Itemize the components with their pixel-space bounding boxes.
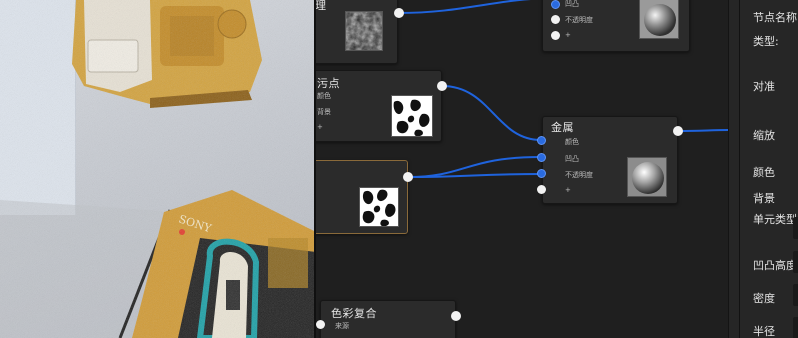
port-label: 凹凸: [565, 0, 579, 8]
port-label: 颜色: [317, 92, 331, 100]
top-cassette-player: [72, 0, 262, 108]
input-port-bump[interactable]: [537, 153, 546, 162]
wire-mask-to-metal-opacity: [407, 173, 542, 178]
node-metal[interactable]: 金属 颜色 凹凸 不透明度 +: [542, 116, 678, 204]
port-label: 背景: [317, 108, 331, 116]
prop-label-cell-type: 单元类型: [753, 213, 797, 226]
density-field[interactable]: [793, 284, 798, 306]
port-label: +: [565, 186, 571, 194]
prop-label-align: 对准: [753, 80, 775, 93]
bump-height-field[interactable]: [793, 251, 798, 273]
prop-label-scale: 缩放: [753, 129, 775, 142]
input-port-color[interactable]: [537, 136, 546, 145]
radius-field[interactable]: [793, 317, 798, 338]
metal-sphere-icon: [627, 157, 667, 197]
output-port[interactable]: [394, 8, 404, 18]
node-title: 污点: [317, 77, 340, 90]
port-label: 不透明度: [565, 16, 593, 24]
wire-mask-to-metal-bump: [407, 156, 542, 178]
prop-label-radius: 半径: [753, 325, 775, 338]
properties-panel: 节点名称: 类型: 对准 缩放 颜色 背景 单元类型 凹凸高度 密度 半径: [728, 0, 798, 338]
node-stain[interactable]: 污点 颜色 背景 +: [316, 70, 442, 142]
input-port-source[interactable]: [316, 320, 325, 329]
port-label: +: [565, 31, 571, 39]
prop-label-background: 背景: [753, 192, 775, 205]
stain-mask-icon: [359, 187, 399, 227]
panel-divider: [739, 0, 740, 338]
port-label: 来源: [335, 322, 349, 330]
input-port-opacity[interactable]: [551, 15, 560, 24]
output-port[interactable]: [673, 126, 683, 136]
node-material-top[interactable]: 凹凸 不透明度 +: [542, 0, 690, 52]
port-label: 颜色: [565, 138, 579, 146]
node-color-composite[interactable]: 色彩复合 来源: [320, 300, 456, 338]
stain-mask-icon: [391, 95, 433, 137]
render-viewport[interactable]: SONY: [0, 0, 316, 338]
cassette-render-image: SONY: [0, 0, 316, 338]
node-name-label: 节点名称:: [753, 11, 798, 24]
output-port[interactable]: [451, 311, 461, 321]
wire-top-to-top-right: [397, 0, 531, 14]
port-label: 凹凸: [565, 155, 579, 163]
noise-texture-icon: [345, 11, 383, 51]
node-texture-top[interactable]: 理: [316, 0, 398, 64]
cell-type-dropdown[interactable]: [793, 217, 798, 239]
input-port-opacity[interactable]: [537, 169, 546, 178]
output-port[interactable]: [437, 81, 447, 91]
wire-stain-to-metal-color: [441, 85, 542, 141]
node-title: 色彩复合: [331, 307, 377, 320]
node-title: 金属: [551, 121, 574, 134]
input-port-bump[interactable]: [551, 0, 560, 9]
type-label: 类型:: [753, 35, 779, 48]
prop-label-density: 密度: [753, 292, 775, 305]
input-port-add[interactable]: [537, 185, 546, 194]
input-port-add[interactable]: [551, 31, 560, 40]
output-port[interactable]: [403, 172, 413, 182]
prop-label-color: 颜色: [753, 166, 775, 179]
port-label: 不透明度: [565, 171, 593, 179]
node-mask-selected[interactable]: [316, 160, 408, 234]
metal-sphere-icon: [639, 0, 679, 39]
wire-metal-out: [677, 129, 728, 132]
node-graph-canvas[interactable]: 理 凹凸 不透明度 + 污点 颜色 背景 + 金属 颜色 凹凸 不透明度 + 色…: [316, 0, 728, 338]
node-title: 理: [316, 0, 327, 12]
port-label: +: [317, 123, 323, 131]
app-window: SONY 理 凹凸 不透明度 + 污点 颜色 背景 + 金属 颜色 凹凸 不透明…: [0, 0, 798, 338]
prop-label-bump-height: 凹凸高度: [753, 259, 797, 272]
